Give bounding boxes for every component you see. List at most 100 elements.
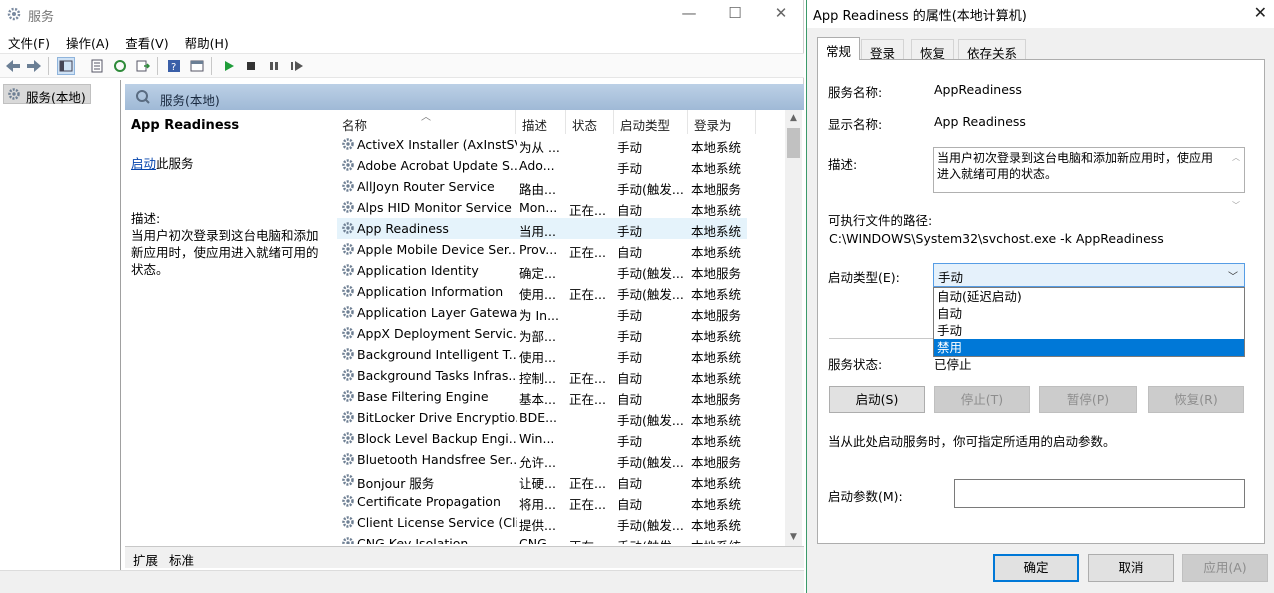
- column-header-startup[interactable]: 启动类型: [620, 115, 670, 134]
- scroll-thumb[interactable]: [787, 128, 800, 158]
- tab-general[interactable]: 常规: [817, 37, 861, 60]
- description-box[interactable]: 当用户初次登录到这台电脑和添加新应用时，使应用进入就绪可用的状态。 ︿ ﹀: [933, 147, 1245, 210]
- pause-button[interactable]: 暂停(P): [1039, 386, 1137, 413]
- table-row[interactable]: Adobe Acrobat Update S... Ado... 手动 本地系统: [337, 155, 757, 176]
- table-row[interactable]: Bonjour 服务 让硬... 正在... 自动 本地系统: [337, 470, 757, 491]
- startup-option-auto-delayed[interactable]: 自动(延迟启动): [934, 288, 1244, 305]
- table-row[interactable]: Application Layer Gatewa... 为 In... 手动 本地服务: [337, 302, 757, 323]
- column-divider[interactable]: [565, 110, 566, 134]
- menu-view[interactable]: 查看(V): [117, 30, 176, 52]
- start-params-input[interactable]: [954, 479, 1245, 508]
- row-state: 正在...: [569, 203, 606, 218]
- gear-icon: [7, 87, 21, 104]
- tab-extended[interactable]: 扩展: [133, 550, 158, 569]
- table-row[interactable]: BitLocker Drive Encryptio... BDE... 手动(触发.…: [337, 407, 757, 428]
- dialog-title: App Readiness 的属性(本地计算机): [813, 9, 1027, 24]
- resume-button[interactable]: 恢复(R): [1148, 386, 1244, 413]
- column-header-desc[interactable]: 描述: [522, 115, 547, 134]
- row-name: Bluetooth Handsfree Ser...: [357, 452, 517, 467]
- startup-option-manual[interactable]: 手动: [934, 322, 1244, 339]
- tab-standard[interactable]: 标准: [169, 550, 194, 569]
- table-row[interactable]: Bluetooth Handsfree Ser... 允许... 手动(触发... 本…: [337, 449, 757, 470]
- table-row[interactable]: Background Tasks Infras... 控制... 正在... 自动 本地…: [337, 365, 757, 386]
- table-row[interactable]: Alps HID Monitor Service Mon... 正在... 自动 本地系…: [337, 197, 757, 218]
- gear-icon: [341, 368, 355, 385]
- table-row[interactable]: ActiveX Installer (AxInstSV) 为从 ... 手动 本地系统: [337, 134, 757, 155]
- row-startup: 手动: [617, 434, 643, 449]
- row-desc: Ado...: [519, 158, 555, 173]
- help-icon[interactable]: ?: [165, 57, 183, 75]
- table-row[interactable]: AppX Deployment Servic... 为部... 手动 本地系统: [337, 323, 757, 344]
- row-startup: 手动(触发...: [617, 536, 685, 544]
- column-header-state[interactable]: 状态: [572, 115, 597, 134]
- stop-button[interactable]: 停止(T): [934, 386, 1030, 413]
- pause-service-icon[interactable]: [265, 57, 283, 75]
- scroll-down-arrow-icon[interactable]: ▼: [785, 529, 802, 546]
- row-logon: 本地系统: [691, 434, 742, 449]
- console-tree-icon[interactable]: [57, 57, 75, 75]
- startup-option-auto[interactable]: 自动: [934, 305, 1244, 322]
- table-row[interactable]: Background Intelligent T... 使用... 手动 本地系统: [337, 344, 757, 365]
- startup-type-select[interactable]: 手动 ﹀: [933, 263, 1245, 287]
- table-row[interactable]: Certificate Propagation 将用... 正在... 自动 本地系统: [337, 491, 757, 512]
- maximize-button[interactable]: ☐: [712, 2, 758, 26]
- refresh-icon[interactable]: [111, 57, 129, 75]
- table-row[interactable]: Application Identity 确定... 手动(触发... 本地服务: [337, 260, 757, 281]
- start-service-icon[interactable]: [220, 57, 238, 75]
- table-row[interactable]: Apple Mobile Device Ser... Prov... 正在... 自动…: [337, 239, 757, 260]
- table-row[interactable]: App Readiness 当用... 手动 本地系统: [337, 218, 747, 239]
- gear-icon: [341, 494, 355, 511]
- tab-recovery[interactable]: 恢复: [911, 39, 955, 61]
- row-name: CNG Key Isolation: [357, 536, 469, 544]
- column-divider[interactable]: [687, 110, 688, 134]
- table-row[interactable]: AllJoyn Router Service 路由... 手动(触发... 本地服务: [337, 176, 757, 197]
- properties-sheet-icon[interactable]: [88, 57, 106, 75]
- column-divider[interactable]: [613, 110, 614, 134]
- scroll-up-arrow-icon[interactable]: ▲: [785, 110, 802, 127]
- start-button[interactable]: 启动(S): [829, 386, 925, 413]
- cancel-button[interactable]: 取消: [1088, 554, 1174, 582]
- description-scrollbar[interactable]: ︿ ﹀: [1230, 150, 1242, 210]
- forward-arrow-icon[interactable]: [25, 57, 43, 75]
- start-service-link[interactable]: 启动: [131, 156, 156, 171]
- detail-service-name: App Readiness: [131, 118, 240, 133]
- table-row[interactable]: Base Filtering Engine 基本... 正在... 自动 本地服务: [337, 386, 757, 407]
- dialog-close-icon[interactable]: ✕: [1254, 3, 1267, 22]
- row-logon: 本地系统: [691, 161, 742, 176]
- ok-button[interactable]: 确定: [993, 554, 1079, 582]
- column-header-logon[interactable]: 登录为: [694, 115, 732, 134]
- back-arrow-icon[interactable]: [4, 57, 22, 75]
- tab-dependencies[interactable]: 依存关系: [958, 39, 1027, 61]
- minimize-button[interactable]: —: [666, 2, 712, 26]
- column-header-name[interactable]: 名称: [342, 115, 367, 134]
- title-bar: 服务 — ☐ ✕: [0, 0, 804, 28]
- column-divider[interactable]: [515, 110, 516, 134]
- services-pane: 服务(本地) App Readiness 启动此服务 描述: 当用户初次登录到这…: [125, 84, 804, 593]
- table-row[interactable]: CNG Key Isolation CNG... 正在... 手动(触发... 本地系统: [337, 533, 757, 544]
- restart-service-icon[interactable]: [288, 57, 306, 75]
- menu-help[interactable]: 帮助(H): [177, 30, 237, 52]
- row-state: 正在...: [569, 371, 606, 386]
- row-logon: 本地服务: [691, 455, 742, 470]
- table-row[interactable]: Block Level Backup Engi... Win... 手动 本地系统: [337, 428, 757, 449]
- list-vertical-scrollbar[interactable]: ▲ ▼: [785, 110, 802, 546]
- close-button[interactable]: ✕: [758, 2, 804, 26]
- apply-button[interactable]: 应用(A): [1182, 554, 1268, 582]
- row-name: Bonjour 服务: [357, 476, 435, 491]
- tree-node-services-local[interactable]: 服务(本地): [3, 84, 91, 105]
- table-row[interactable]: Application Information 使用... 正在... 手动(触发..…: [337, 281, 757, 302]
- tab-logon[interactable]: 登录: [861, 39, 905, 61]
- startup-option-disabled[interactable]: 禁用: [934, 339, 1244, 356]
- menu-action[interactable]: 操作(A): [58, 30, 117, 52]
- row-startup: 自动: [617, 203, 643, 218]
- gear-icon: [341, 347, 355, 364]
- gear-icon: [341, 452, 355, 469]
- stop-service-icon[interactable]: [242, 57, 260, 75]
- menu-file[interactable]: 文件(F): [0, 30, 58, 52]
- mmc-view-icon[interactable]: [188, 57, 206, 75]
- column-divider[interactable]: [755, 110, 756, 134]
- export-list-icon[interactable]: [134, 57, 152, 75]
- table-row[interactable]: Client License Service (Cli... 提供... 手动(触发…: [337, 512, 757, 533]
- gear-icon: [341, 200, 355, 217]
- pane-header-title: 服务(本地): [160, 93, 220, 108]
